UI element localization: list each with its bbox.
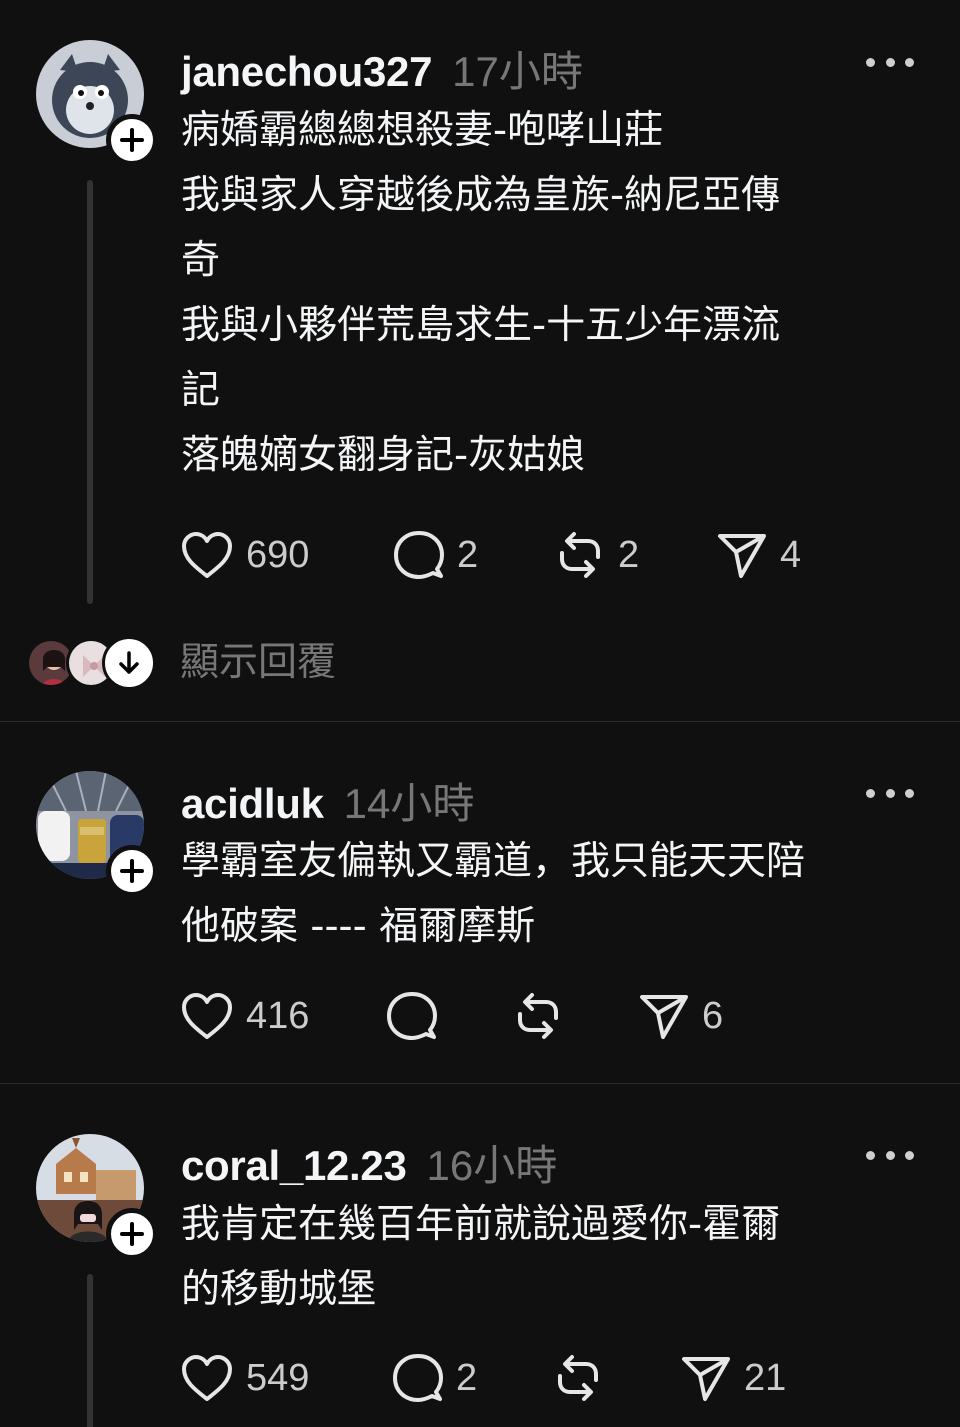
text-line: 我與家人穿越後成為皇族-納尼亞傳 [181,173,781,218]
post-card[interactable]: acidluk 14小時 學霸室友偏執又霸道，我只能天天陪 他破案 ---- 福… [0,722,960,1082]
text-line: 他破案 ---- 福爾摩斯 [181,904,536,949]
repost-button[interactable] [512,988,576,1044]
comment-bubble-icon [387,992,437,1040]
repost-icon [560,532,600,578]
heart-icon [182,993,232,1039]
post-text: 學霸室友偏執又霸道，我只能天天陪 他破案 ---- 福爾摩斯 [181,829,921,959]
text-line: 學霸室友偏執又霸道，我只能天天陪 [181,839,806,884]
comment-button[interactable]: 2 [393,527,478,583]
follow-button[interactable] [106,114,158,166]
comment-count: 2 [456,1356,478,1399]
share-count: 21 [744,1356,787,1399]
show-replies-row[interactable]: 顯示回覆 [26,634,626,694]
timestamp: 16小時 [426,1142,558,1189]
like-count: 690 [246,533,310,576]
post-card[interactable]: coral_12.23 16小時 我肯定在幾百年前就說過愛你-霍爾 的移動城堡 … [0,1084,960,1427]
text-line: 病嬌霸總總想殺妻-咆哮山莊 [181,108,664,153]
share-button[interactable]: 4 [716,527,801,583]
more-dots-icon[interactable] [866,52,914,72]
show-replies-link[interactable]: 顯示回覆 [180,634,336,692]
plus-icon [120,859,144,883]
follow-button[interactable] [106,845,158,897]
send-icon [682,1357,730,1401]
comment-bubble-icon [394,531,444,579]
comment-count: 2 [457,533,479,576]
avatar[interactable] [36,1134,158,1260]
repost-button[interactable] [552,1350,616,1406]
comment-button[interactable]: 2 [392,1350,477,1406]
text-line: 我肯定在幾百年前就說過愛你-霍爾 [181,1202,781,1247]
share-button[interactable]: 21 [680,1350,786,1406]
like-button[interactable]: 416 [180,988,309,1044]
text-line: 的移動城堡 [181,1267,377,1312]
like-button[interactable]: 690 [180,527,309,583]
share-button[interactable]: 6 [638,988,723,1044]
post-header: janechou327 17小時 [181,38,583,99]
repost-count: 2 [618,533,640,576]
text-line: 記 [181,368,221,413]
text-line: 奇 [181,238,221,283]
repost-icon [518,993,558,1039]
avatar[interactable] [36,771,158,897]
username[interactable]: coral_12.23 [181,1142,407,1190]
post-text: 我肯定在幾百年前就說過愛你-霍爾 的移動城堡 [181,1192,921,1322]
arrow-down-icon [119,651,139,674]
username[interactable]: janechou327 [181,48,432,96]
send-icon [640,995,688,1039]
share-count: 6 [702,994,724,1037]
post-text: 病嬌霸總總想殺妻-咆哮山莊 我與家人穿越後成為皇族-納尼亞傳 奇 我與小夥伴荒島… [181,98,921,488]
plus-icon [120,128,144,152]
expand-replies-button[interactable] [102,636,156,690]
like-button[interactable]: 549 [180,1350,309,1406]
more-dots-icon[interactable] [866,1145,914,1165]
avatar[interactable] [36,40,158,166]
timestamp: 17小時 [452,48,583,95]
thread-line [87,180,93,604]
repost-button[interactable]: 2 [554,527,639,583]
heart-icon [182,1355,232,1401]
like-count: 416 [246,994,310,1037]
text-line: 落魄嫡女翻身記-灰姑娘 [181,433,586,478]
plus-icon [120,1222,144,1246]
username[interactable]: acidluk [181,780,324,828]
timestamp: 14小時 [343,780,475,827]
follow-button[interactable] [106,1208,158,1260]
heart-icon [182,532,232,578]
comment-bubble-icon [393,1354,443,1402]
repost-icon [558,1355,598,1401]
send-icon [718,534,766,578]
thread-line [87,1274,93,1427]
more-dots-icon[interactable] [866,783,914,803]
text-line: 我與小夥伴荒島求生-十五少年漂流 [181,303,781,348]
comment-button[interactable] [386,988,450,1044]
share-count: 4 [780,533,802,576]
post-card[interactable]: janechou327 17小時 病嬌霸總總想殺妻-咆哮山莊 我與家人穿越後成為… [0,0,960,720]
post-header: coral_12.23 16小時 [181,1132,557,1193]
post-header: acidluk 14小時 [181,770,474,831]
like-count: 549 [246,1356,310,1399]
